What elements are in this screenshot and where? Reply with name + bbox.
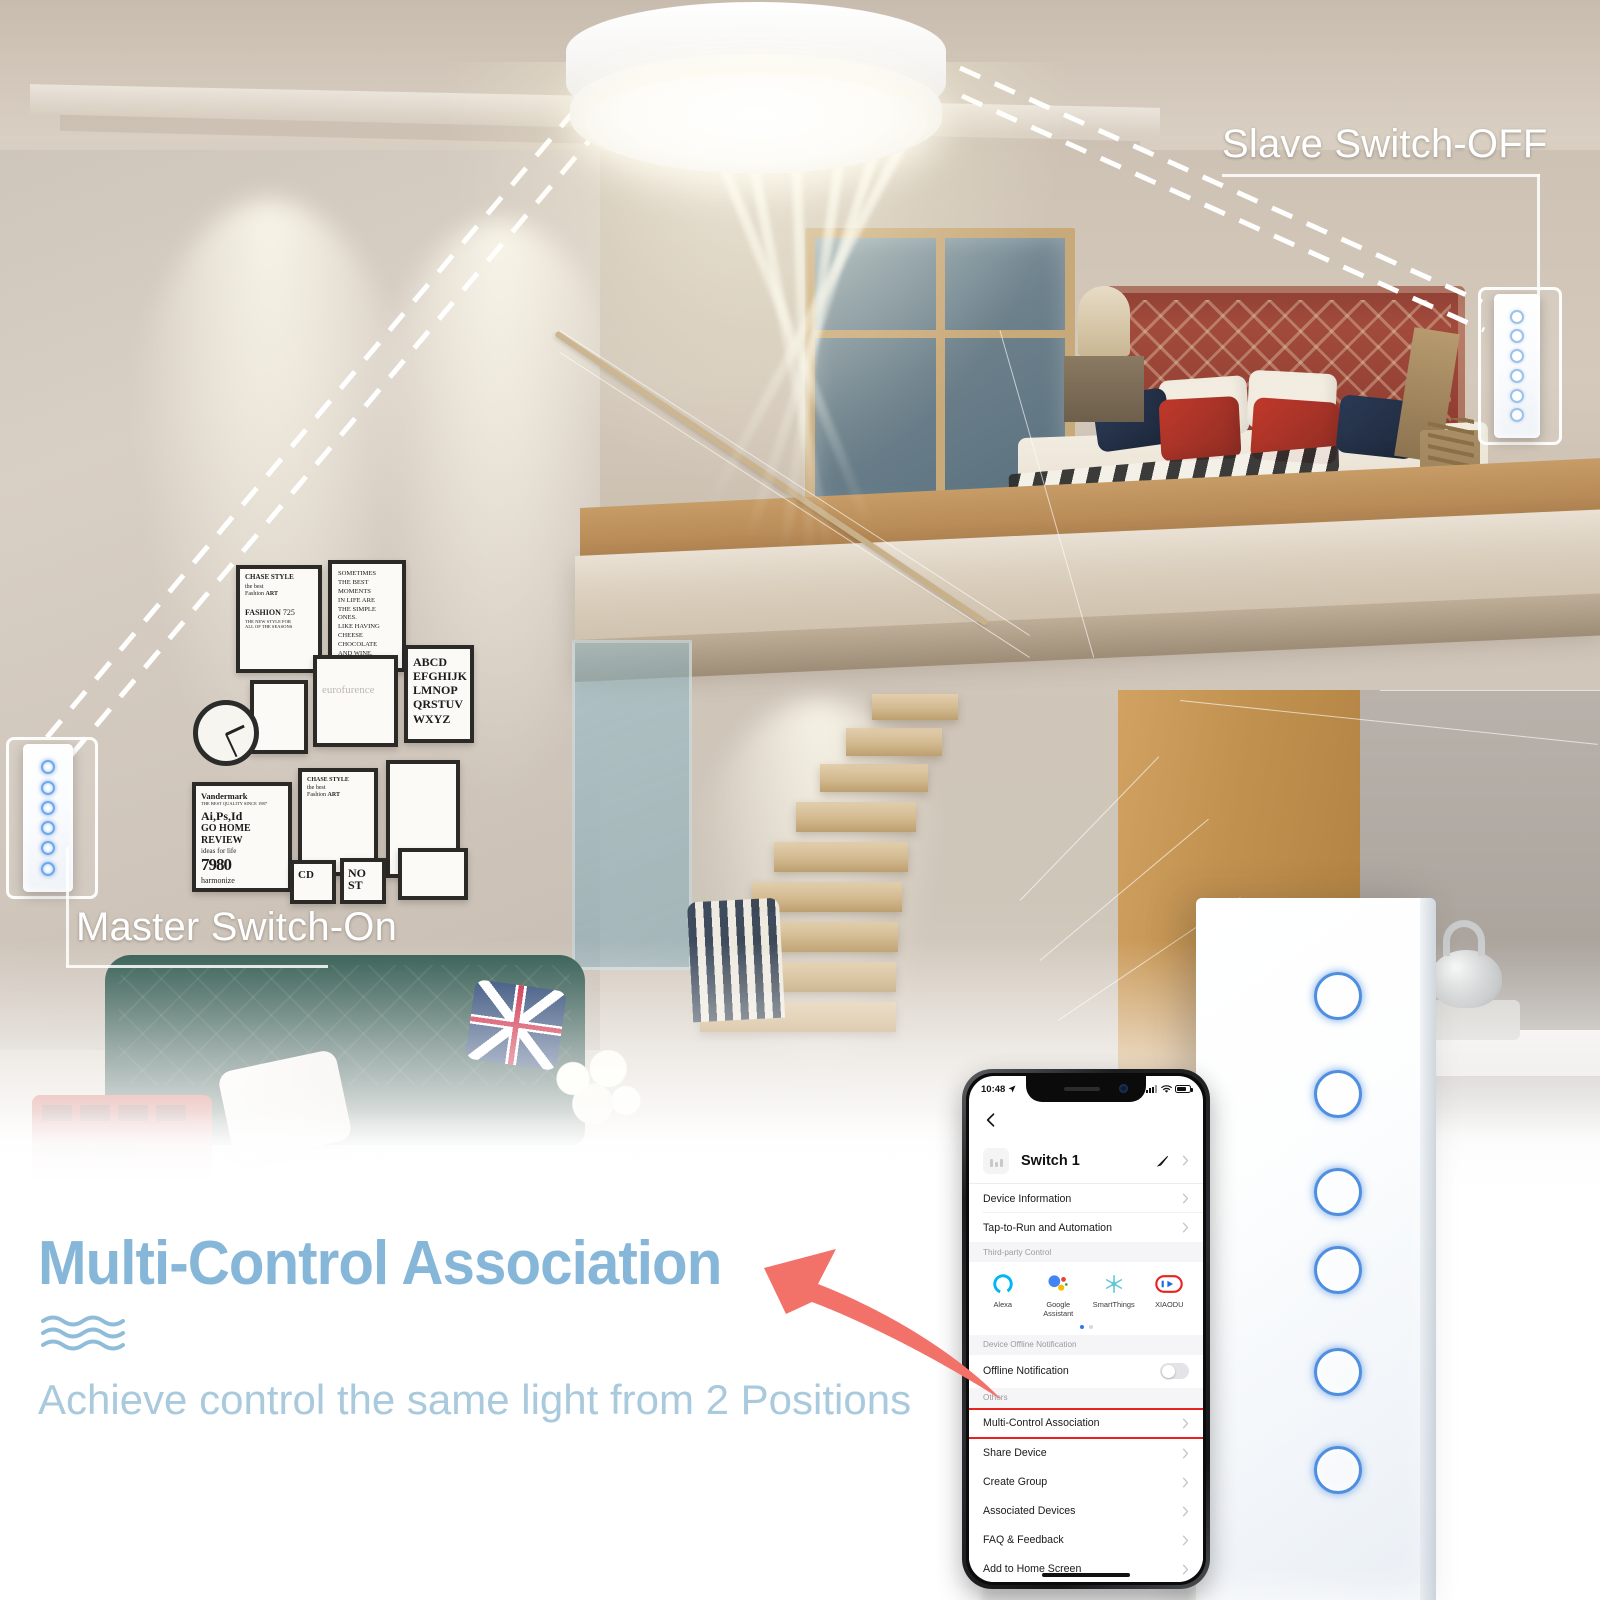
bedside-table	[1064, 356, 1144, 422]
bedside-lamp	[1078, 286, 1130, 356]
status-time: 10:48	[981, 1083, 1006, 1095]
third-party-smartthings[interactable]: SmartThings	[1089, 1271, 1139, 1310]
offline-notification-toggle[interactable]	[1160, 1363, 1189, 1380]
front-camera-icon	[1119, 1084, 1128, 1093]
switch-indicator-1[interactable]	[1510, 309, 1524, 324]
google-assistant-icon	[1033, 1271, 1083, 1297]
location-arrow-icon	[1008, 1085, 1016, 1093]
union-jack-cushion	[464, 978, 568, 1072]
chevron-right-icon	[1182, 1477, 1189, 1488]
row-associated-devices[interactable]: Associated Devices	[969, 1496, 1203, 1526]
row-faq-feedback[interactable]: FAQ & Feedback	[969, 1525, 1203, 1555]
wall-art-frame	[250, 680, 308, 754]
big-switch-indicator-1[interactable]	[1314, 972, 1362, 1020]
phone-reflection	[982, 1588, 1192, 1600]
chevron-right-icon	[1182, 1155, 1189, 1166]
slave-switch-label: Slave Switch-OFF	[1222, 122, 1548, 166]
pillow-red	[1158, 395, 1242, 463]
switch-indicator-6[interactable]	[41, 861, 55, 876]
smart-glass-touch-switch[interactable]	[1196, 898, 1436, 1600]
wall-art-frame: Vandermark THE BEST QUALITY SINCE 1987 A…	[192, 782, 292, 892]
switch-indicator-2[interactable]	[41, 780, 55, 795]
pencil-edit-icon[interactable]	[1156, 1154, 1170, 1168]
big-switch-indicator-4[interactable]	[1314, 1246, 1362, 1294]
switch-indicator-1[interactable]	[41, 760, 55, 775]
third-party-label: XIAODU	[1155, 1300, 1184, 1309]
switch-indicator-3[interactable]	[1510, 349, 1524, 364]
switch-indicator-6[interactable]	[1510, 408, 1524, 423]
wifi-icon	[1160, 1084, 1172, 1093]
device-header: Switch 1	[969, 1138, 1203, 1184]
callout-bracket-vertical	[66, 847, 69, 967]
chevron-right-icon	[1182, 1564, 1189, 1575]
chevron-right-icon	[1182, 1222, 1189, 1233]
chevron-right-icon	[1182, 1418, 1189, 1429]
wall-art-frame: eurofurence	[313, 655, 398, 747]
chevron-right-icon	[1182, 1193, 1189, 1204]
lamp-diffuser	[584, 74, 928, 174]
chevron-right-icon	[1182, 1535, 1189, 1546]
smartthings-icon	[1089, 1271, 1139, 1297]
master-switch-callout: Master Switch-On	[66, 847, 398, 968]
third-party-label: Google Assistant	[1043, 1300, 1074, 1318]
row-share-device[interactable]: Share Device	[969, 1438, 1203, 1468]
wall-art-frame: CHASE STYLE the best Fashion ART FASHION …	[236, 565, 322, 673]
big-switch-indicator-6[interactable]	[1314, 1446, 1362, 1494]
wall-art-frame: NO ST	[340, 858, 386, 904]
kettle	[1430, 950, 1502, 1008]
wall-art-frame: ABCD EFGHIJK LMNOP QRSTUV WXYZ	[404, 645, 474, 743]
switch-indicator-5[interactable]	[41, 841, 55, 856]
third-party-google-assistant[interactable]: Google Assistant	[1033, 1271, 1083, 1319]
callout-bracket-horizontal	[66, 965, 328, 968]
switch-device-icon	[983, 1147, 1009, 1174]
switch-indicator-3[interactable]	[41, 800, 55, 815]
glass-partition	[572, 640, 692, 970]
kettle-handle	[1443, 920, 1485, 956]
slave-switch-glass[interactable]	[1494, 294, 1540, 438]
xiaodu-icon	[1144, 1271, 1194, 1297]
chevron-right-icon	[1182, 1506, 1189, 1517]
promo-title: Multi-Control Association	[38, 1229, 722, 1298]
wall-art-frame: CD	[290, 860, 336, 904]
big-switch-indicator-3[interactable]	[1314, 1168, 1362, 1216]
row-tap-to-run[interactable]: Tap-to-Run and Automation	[969, 1213, 1203, 1242]
third-party-label: SmartThings	[1092, 1300, 1135, 1309]
device-title: Switch 1	[1021, 1152, 1080, 1169]
third-party-xiaodu[interactable]: XIAODU	[1144, 1271, 1194, 1310]
switch-indicator-4[interactable]	[41, 821, 55, 836]
striped-chair	[686, 897, 786, 1023]
callout-bracket-vertical	[1537, 174, 1540, 350]
row-device-information[interactable]: Device Information	[969, 1184, 1203, 1213]
chevron-right-icon	[1182, 1448, 1189, 1459]
page-dot-active[interactable]	[1079, 1324, 1084, 1329]
row-label: Tap-to-Run and Automation	[983, 1221, 1112, 1234]
big-switch-indicator-2[interactable]	[1314, 1070, 1362, 1118]
wall-clock	[193, 700, 259, 766]
master-switch[interactable]	[6, 737, 98, 899]
earpiece-speaker	[1064, 1087, 1100, 1091]
home-indicator[interactable]	[1042, 1573, 1130, 1577]
switch-indicator-4[interactable]	[1510, 368, 1524, 383]
back-button[interactable]	[981, 1110, 1001, 1130]
master-switch-label: Master Switch-On	[76, 905, 398, 949]
row-add-to-home-screen[interactable]: Add to Home Screen	[969, 1554, 1203, 1582]
slave-switch-callout: Slave Switch-OFF	[1222, 122, 1548, 350]
product-feature-image: CHASE STYLE the best Fashion ART FASHION …	[0, 0, 1600, 1600]
callout-bracket-horizontal	[1222, 174, 1540, 177]
switch-indicator-5[interactable]	[1510, 388, 1524, 403]
wireframe-line	[1380, 690, 1600, 691]
battery-icon	[1175, 1085, 1193, 1093]
row-create-group[interactable]: Create Group	[969, 1467, 1203, 1497]
cellular-signal-icon	[1146, 1085, 1157, 1093]
chevron-left-icon	[986, 1113, 995, 1127]
big-switch-indicator-5[interactable]	[1314, 1348, 1362, 1396]
wall-art-frame	[398, 848, 468, 900]
ceiling-light	[446, 2, 1066, 482]
slave-switch[interactable]	[1478, 287, 1562, 445]
left-arrow-icon	[764, 1249, 1002, 1400]
page-dot[interactable]	[1088, 1324, 1093, 1329]
switch-indicator-2[interactable]	[1510, 329, 1524, 344]
phone-notch	[1026, 1076, 1146, 1102]
wave-lines-icon	[41, 1315, 125, 1351]
